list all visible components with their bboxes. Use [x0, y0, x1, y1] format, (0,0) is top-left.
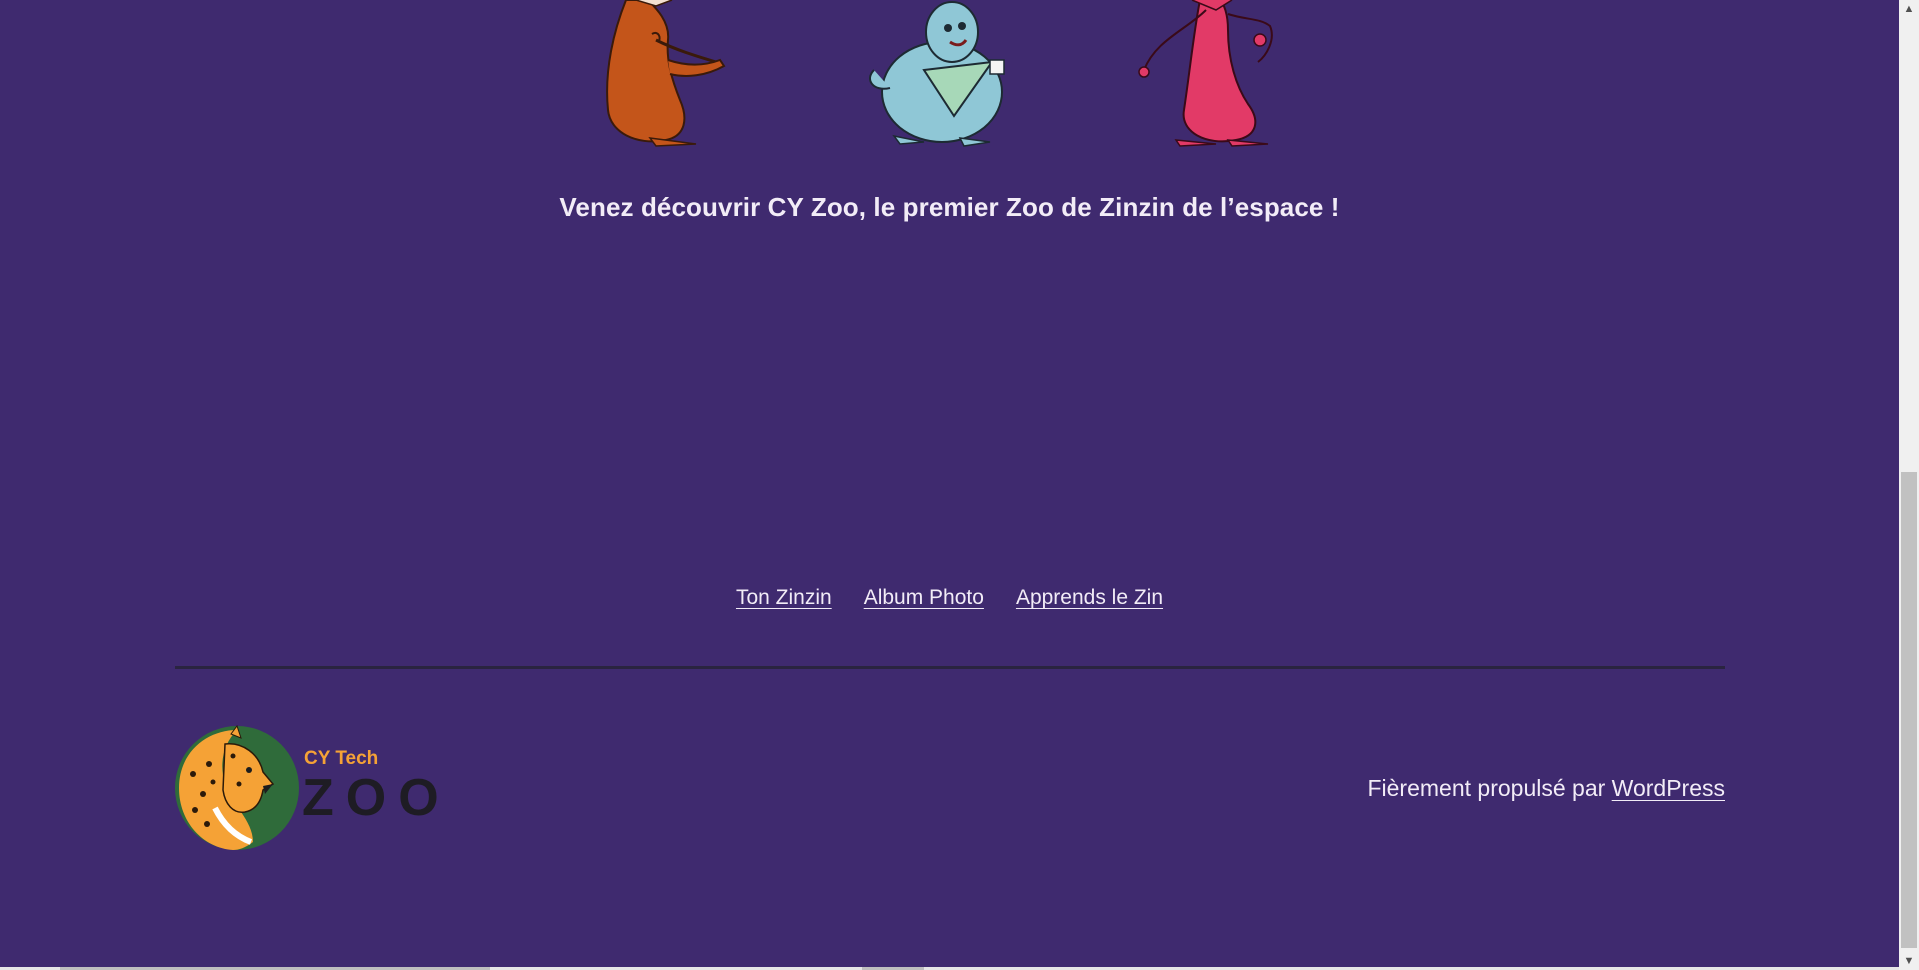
footer-nav: Ton Zinzin Album Photo Apprends le Zin: [0, 586, 1899, 610]
scroll-down-arrow-icon[interactable]: ▼: [1899, 952, 1919, 970]
orange-zinzin-character: [606, 0, 726, 147]
page: Venez découvrir CY Zoo, le premier Zoo d…: [0, 0, 1899, 970]
nav-link-album-photo[interactable]: Album Photo: [864, 586, 984, 610]
pink-zinzin-character: [1138, 0, 1273, 147]
site-logo[interactable]: CY Tech ZOO: [173, 724, 443, 852]
page-tagline: Venez découvrir CY Zoo, le premier Zoo d…: [559, 192, 1340, 222]
vertical-scrollbar[interactable]: ▲ ▼: [1899, 0, 1919, 970]
scrollbar-thumb[interactable]: [1901, 472, 1917, 948]
wordpress-link[interactable]: WordPress: [1612, 775, 1725, 801]
nav-link-ton-zinzin[interactable]: Ton Zinzin: [736, 586, 832, 610]
nav-link-apprends-le-zin[interactable]: Apprends le Zin: [1016, 586, 1163, 610]
logo-top-text: CY Tech: [304, 748, 379, 769]
footer-credit: Fièrement propulsé par WordPress: [1367, 775, 1725, 802]
scroll-up-arrow-icon[interactable]: ▲: [1899, 0, 1919, 18]
footer-divider: [175, 666, 1725, 669]
cheetah-logo-icon: [175, 724, 299, 850]
logo-main-text: ZOO: [302, 769, 451, 827]
blue-zinzin-character: [869, 1, 1005, 147]
credit-prefix: Fièrement propulsé par: [1367, 775, 1612, 801]
